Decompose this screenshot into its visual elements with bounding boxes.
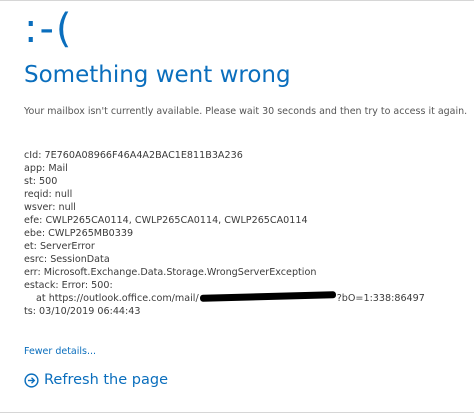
refresh-page-button[interactable]: Refresh the page: [24, 369, 168, 391]
diag-et: et: ServerError: [24, 241, 95, 252]
stack-url-prefix: at https://outlook.office.com/mail/: [36, 293, 199, 304]
stack-url-suffix: ?bO=1:338:86497: [336, 293, 425, 304]
diag-reqid: reqid: null: [24, 189, 73, 200]
diag-app: app: Mail: [24, 163, 68, 174]
diag-efe: efe: CWLP265CA0114, CWLP265CA0114, CWLP2…: [24, 215, 308, 226]
fewer-details-link[interactable]: Fewer details...: [24, 345, 96, 359]
error-message: Your mailbox isn't currently available. …: [24, 106, 468, 117]
sad-face-emoticon: :-(: [24, 6, 74, 52]
diag-estack: estack: Error: 500:: [24, 280, 113, 291]
refresh-page-label: Refresh the page: [44, 372, 168, 388]
diag-esrc: esrc: SessionData: [24, 254, 110, 265]
diag-st: st: 500: [24, 176, 58, 187]
error-page: :-( Something went wrong Your mailbox is…: [0, 0, 474, 413]
diag-cid: cId: 7E760A08966F46A4A2BAC1E811B3A236: [24, 150, 243, 161]
diagnostics-block: cId: 7E760A08966F46A4A2BAC1E811B3A236 ap…: [24, 149, 464, 318]
arrow-circle-right-icon: [24, 372, 39, 388]
error-title: Something went wrong: [24, 62, 291, 88]
diag-stack-trace: at https://outlook.office.com/mail/ ?bO=1…: [24, 291, 464, 305]
diag-ts: ts: 03/10/2019 06:44:43: [24, 306, 141, 317]
diag-ebe: ebe: CWLP265MB0339: [24, 228, 134, 239]
diag-err: err: Microsoft.Exchange.Data.Storage.Wro…: [24, 267, 317, 278]
diag-wsver: wsver: null: [24, 202, 76, 213]
redaction-mark: [199, 291, 336, 302]
